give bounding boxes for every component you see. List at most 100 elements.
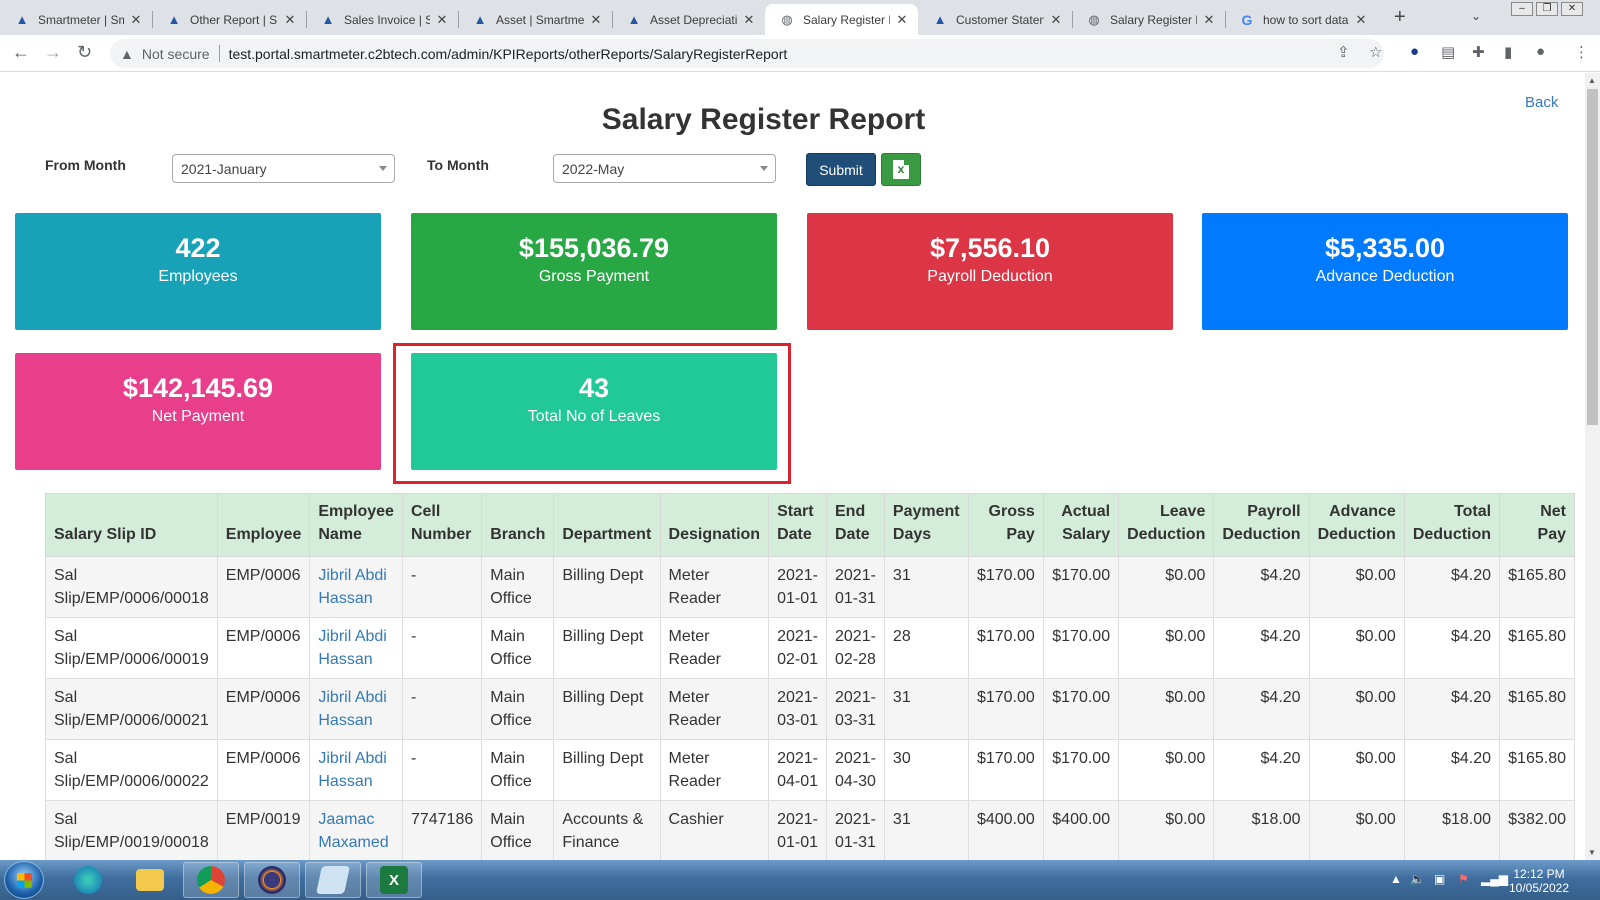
tab-close-icon[interactable]: ✕ (434, 12, 450, 28)
browser-tab[interactable]: ▲ Customer Staten ✕ (918, 4, 1072, 35)
tab-close-icon[interactable]: ✕ (128, 12, 144, 28)
column-header[interactable]: Salary Slip ID (45, 493, 218, 557)
column-header[interactable]: Payroll Deduction (1213, 493, 1310, 557)
taskbar-edge[interactable] (60, 862, 116, 898)
network-signal-icon[interactable]: ▂▄▆ (1481, 872, 1508, 886)
close-window-icon[interactable]: ✕ (1561, 2, 1583, 16)
vertical-scrollbar[interactable]: ▲ ▼ (1585, 73, 1600, 860)
start-button-icon[interactable] (4, 861, 44, 899)
taskbar-excel[interactable]: X (366, 862, 422, 898)
address-bar[interactable]: ▲ Not secure test.portal.smartmeter.c2bt… (110, 39, 1384, 68)
employee-name-link[interactable]: Jaamac Maxamed (309, 800, 403, 860)
table-cell: $18.00 (1213, 800, 1310, 860)
tab-close-icon[interactable]: ✕ (588, 12, 604, 28)
excel-app-icon: X (380, 866, 408, 894)
from-month-select[interactable]: 2021-January (172, 154, 395, 183)
profile-avatar-icon[interactable]: ● (1536, 43, 1545, 60)
browser-tab[interactable]: ◍ Salary Register F ✕ (1072, 4, 1225, 35)
table-cell: 28 (883, 617, 969, 679)
tab-search-icon[interactable]: ⌄ (1471, 9, 1481, 23)
back-arrow-icon[interactable]: ← (12, 42, 30, 63)
show-hidden-icons-icon[interactable]: ▲ (1390, 872, 1402, 886)
tab-title: Smartmeter | Sm (38, 12, 124, 27)
employee-name-link[interactable]: Jibril Abdi Hassan (309, 678, 403, 740)
submit-button[interactable]: Submit (806, 153, 876, 186)
employee-name-link[interactable]: Jibril Abdi Hassan (309, 617, 403, 679)
column-header[interactable]: Leave Deduction (1118, 493, 1215, 557)
shield-extension-icon[interactable]: ● (1410, 43, 1419, 60)
side-panel-icon[interactable]: ▮ (1504, 43, 1512, 61)
puzzle-extensions-icon[interactable]: ✚ (1472, 43, 1485, 61)
column-header[interactable]: Cell Number (401, 493, 483, 557)
taskbar-eclipse[interactable] (244, 862, 300, 898)
volume-icon[interactable]: 🔈 (1410, 872, 1425, 886)
column-header[interactable]: Actual Salary (1042, 493, 1120, 557)
minimize-icon[interactable]: – (1511, 2, 1533, 16)
column-header[interactable]: End Date (826, 493, 885, 557)
taskbar-chrome[interactable] (183, 862, 239, 898)
browser-tab[interactable]: ◍ Salary Register F ✕ (765, 4, 918, 35)
new-tab-icon[interactable]: + (1394, 6, 1406, 29)
action-center-icon[interactable]: ⚑ (1458, 872, 1469, 886)
browser-tab[interactable]: ▲ Asset | Smartme ✕ (458, 4, 612, 35)
tab-close-icon[interactable]: ✕ (1353, 12, 1369, 28)
printer-tray-icon[interactable]: ▣ (1434, 872, 1445, 886)
export-excel-button[interactable]: x (881, 153, 921, 186)
employee-name-link[interactable]: Jibril Abdi Hassan (309, 556, 403, 618)
tab-close-icon[interactable]: ✕ (1201, 12, 1217, 28)
column-header[interactable]: Employee Name (309, 493, 403, 557)
chevron-down-icon (760, 166, 768, 171)
globe-icon: ◍ (781, 11, 793, 27)
column-header[interactable]: Designation (659, 493, 770, 557)
tab-close-icon[interactable]: ✕ (1048, 12, 1064, 28)
table-cell: $170.00 (967, 556, 1044, 618)
security-status[interactable]: Not secure (142, 46, 210, 62)
tab-close-icon[interactable]: ✕ (894, 12, 910, 28)
browser-tab[interactable]: ▲ Other Report | S ✕ (152, 4, 306, 35)
table-cell: - (401, 556, 483, 618)
column-header[interactable]: Total Deduction (1403, 493, 1501, 557)
browser-tab[interactable]: ▲ Sales Invoice | Sr ✕ (306, 4, 458, 35)
restore-icon[interactable]: ❐ (1536, 2, 1558, 16)
scroll-up-icon[interactable]: ▲ (1588, 76, 1596, 85)
column-header[interactable]: Employee (216, 493, 311, 557)
bookmark-star-icon[interactable]: ☆ (1369, 43, 1382, 61)
column-header[interactable]: Start Date (768, 493, 827, 557)
employee-name-link[interactable]: Jibril Abdi Hassan (309, 739, 403, 801)
column-header[interactable]: Department (553, 493, 661, 557)
reload-icon[interactable]: ↻ (77, 42, 92, 63)
forward-arrow-icon[interactable]: → (44, 42, 62, 63)
table-cell: $0.00 (1118, 739, 1215, 801)
to-month-select[interactable]: 2022-May (553, 154, 776, 183)
column-header[interactable]: Net Pay (1499, 493, 1575, 557)
url-text[interactable]: test.portal.smartmeter.c2btech.com/admin… (229, 46, 788, 62)
menu-kebab-icon[interactable]: ⋮ (1574, 43, 1589, 61)
browser-tab[interactable]: ▲ Smartmeter | Sm ✕ (0, 4, 152, 35)
scrollbar-thumb[interactable] (1587, 89, 1598, 425)
tab-close-icon[interactable]: ✕ (741, 12, 757, 28)
excel-icon: x (893, 160, 909, 179)
taskbar-explorer[interactable] (122, 862, 178, 898)
browser-tab[interactable]: ▲ Asset Depreciati ✕ (612, 4, 765, 35)
tab-close-icon[interactable]: ✕ (282, 12, 298, 28)
browser-tab[interactable]: Ghow to sort data ✕ (1225, 4, 1377, 35)
table-cell: Cashier (659, 800, 770, 860)
warning-icon[interactable]: ▲ (120, 46, 134, 62)
table-cell: $4.20 (1403, 739, 1501, 801)
drop-icon: ▲ (473, 12, 487, 27)
browser-toolbar: ← → ↻ ▲ Not secure test.portal.smartmete… (0, 35, 1600, 72)
system-clock[interactable]: 12:12 PM 10/05/2022 (1508, 867, 1570, 895)
table-cell: Main Office (481, 617, 555, 679)
scroll-down-icon[interactable]: ▼ (1588, 848, 1596, 857)
to-month-label: To Month (427, 157, 489, 173)
taskbar-notepad[interactable] (305, 862, 361, 898)
column-header[interactable]: Advance Deduction (1308, 493, 1405, 557)
back-link[interactable]: Back (1525, 94, 1558, 111)
table-cell: 31 (883, 556, 969, 618)
column-header[interactable]: Branch (481, 493, 555, 557)
column-header[interactable]: Gross Pay (967, 493, 1044, 557)
clipboard-extension-icon[interactable]: ▤ (1441, 43, 1455, 61)
folder-icon (136, 869, 164, 891)
column-header[interactable]: Payment Days (883, 493, 969, 557)
share-icon[interactable]: ⇪ (1337, 43, 1350, 61)
